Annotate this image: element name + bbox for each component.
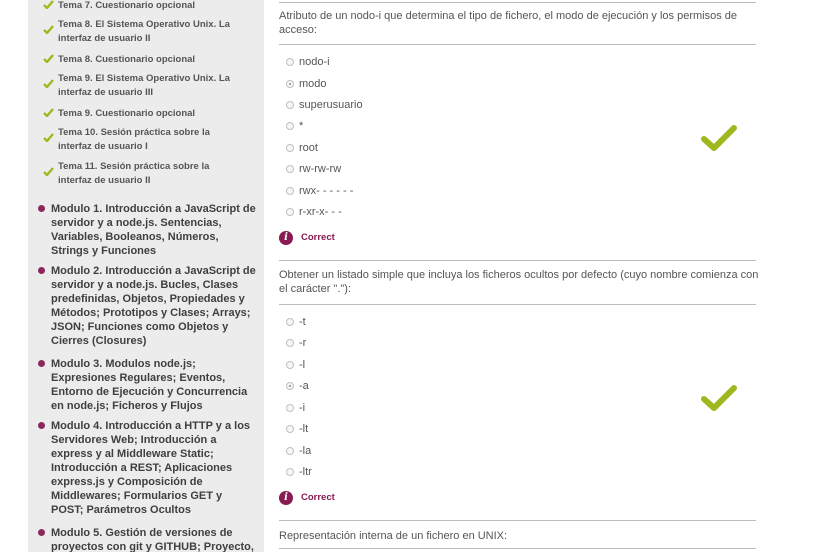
sidebar-module[interactable]: Modulo 5. Gestión de versiones de proyec… [38,526,256,552]
option-label: -lt [299,423,309,435]
radio-button[interactable] [286,318,294,326]
option-label: root [299,142,318,154]
option-label: * [299,120,304,132]
radio-button[interactable] [286,101,294,109]
radio-button[interactable] [286,144,294,152]
check-icon [43,25,54,34]
option-label: -ltr [299,466,312,478]
question-text: Obtener un listado simple que incluya lo… [279,269,759,295]
option-label: modo [299,78,327,90]
bullet-icon [38,267,45,274]
sidebar-subitem-label: Tema 8. Cuestionario opcional [58,54,196,65]
sidebar-subitem[interactable]: Tema 11. Sesión práctica sobre la interf… [43,160,238,187]
question-divider [279,520,756,521]
option-label: -t [299,316,306,328]
radio-button[interactable] [286,404,294,412]
option-label: rw-rw-rw [299,163,342,175]
sidebar-module[interactable]: Modulo 2. Introducción a JavaScript de s… [38,264,256,348]
radio-button[interactable] [286,468,294,476]
check-icon [43,108,54,117]
bullet-icon [38,422,45,429]
radio-button[interactable] [286,361,294,369]
radio-button[interactable] [286,339,294,347]
sidebar-subitem[interactable]: Tema 8. Cuestionario opcional [43,53,238,67]
course-sidebar: Tema 7. Cuestionario opcional Tema 8. El… [28,0,264,552]
check-icon [43,167,54,176]
check-icon [43,79,54,88]
question-text: Atributo de un nodo-i que determina el t… [279,10,737,36]
radio-button[interactable] [286,447,294,455]
option-label: r-xr-x- - - [299,206,342,218]
option-label: rwx- - - - - - [299,185,354,197]
sidebar-module-label: Modulo 4. Introducción a HTTP y a los Se… [51,420,251,516]
info-icon: i [279,231,293,245]
sidebar-subitem[interactable]: Tema 9. Cuestionario opcional [43,107,238,121]
info-icon: i [279,491,293,505]
option-label: superusuario [299,99,363,111]
check-icon [43,0,54,9]
question-divider [279,548,756,549]
sidebar-subitem-label: Tema 8. El Sistema Operativo Unix. La in… [58,19,230,44]
check-icon [43,54,54,63]
sidebar-module[interactable]: Modulo 3. Modulos node.js; Expresiones R… [38,357,256,413]
sidebar-module-label: Modulo 3. Modulos node.js; Expresiones R… [51,358,248,412]
feedback-label: Correct [301,492,335,503]
sidebar-subitem-label: Tema 11. Sesión práctica sobre la interf… [58,161,210,186]
question-text: Representación interna de un fichero en … [279,530,508,542]
question-divider [279,304,756,305]
sidebar-module-label: Modulo 1. Introducción a JavaScript de s… [51,203,256,257]
option-label: -i [299,402,306,414]
sidebar-module[interactable]: Modulo 1. Introducción a JavaScript de s… [38,202,256,258]
sidebar-subitem[interactable]: Tema 7. Cuestionario opcional [43,0,238,13]
option-label: -l [299,359,306,371]
correct-check-icon [701,125,737,151]
sidebar-subitem-label: Tema 9. El Sistema Operativo Unix. La in… [58,73,230,98]
correct-check-icon [701,385,737,411]
bullet-icon [38,360,45,367]
sidebar-subitem-label: Tema 7. Cuestionario opcional [58,0,196,11]
option-label: -a [299,380,309,392]
feedback-label: Correct [301,232,335,243]
radio-button[interactable] [286,122,294,130]
sidebar-module-label: Modulo 2. Introducción a JavaScript de s… [51,265,256,347]
radio-button[interactable] [286,165,294,173]
question-divider [279,260,756,261]
sidebar-module-label: Modulo 5. Gestión de versiones de proyec… [51,527,254,552]
radio-button[interactable] [286,58,294,66]
sidebar-subitem-label: Tema 9. Cuestionario opcional [58,108,196,119]
sidebar-subitem[interactable]: Tema 8. El Sistema Operativo Unix. La in… [43,18,238,45]
sidebar-subitem[interactable]: Tema 10. Sesión práctica sobre la interf… [43,126,238,153]
sidebar-module[interactable]: Modulo 4. Introducción a HTTP y a los Se… [38,419,256,517]
option-label: -r [299,337,307,349]
sidebar-subitem[interactable]: Tema 9. El Sistema Operativo Unix. La in… [43,72,238,99]
radio-button[interactable] [286,187,294,195]
bullet-icon [38,205,45,212]
check-icon [43,133,54,142]
bullet-icon [38,529,45,536]
sidebar-subitem-label: Tema 10. Sesión práctica sobre la interf… [58,127,210,152]
radio-button[interactable] [286,382,294,390]
radio-button[interactable] [286,208,294,216]
option-label: -la [299,445,312,457]
question-divider [279,2,756,3]
option-label: nodo-i [299,56,330,68]
radio-button[interactable] [286,80,294,88]
question-divider [279,44,756,45]
radio-button[interactable] [286,425,294,433]
